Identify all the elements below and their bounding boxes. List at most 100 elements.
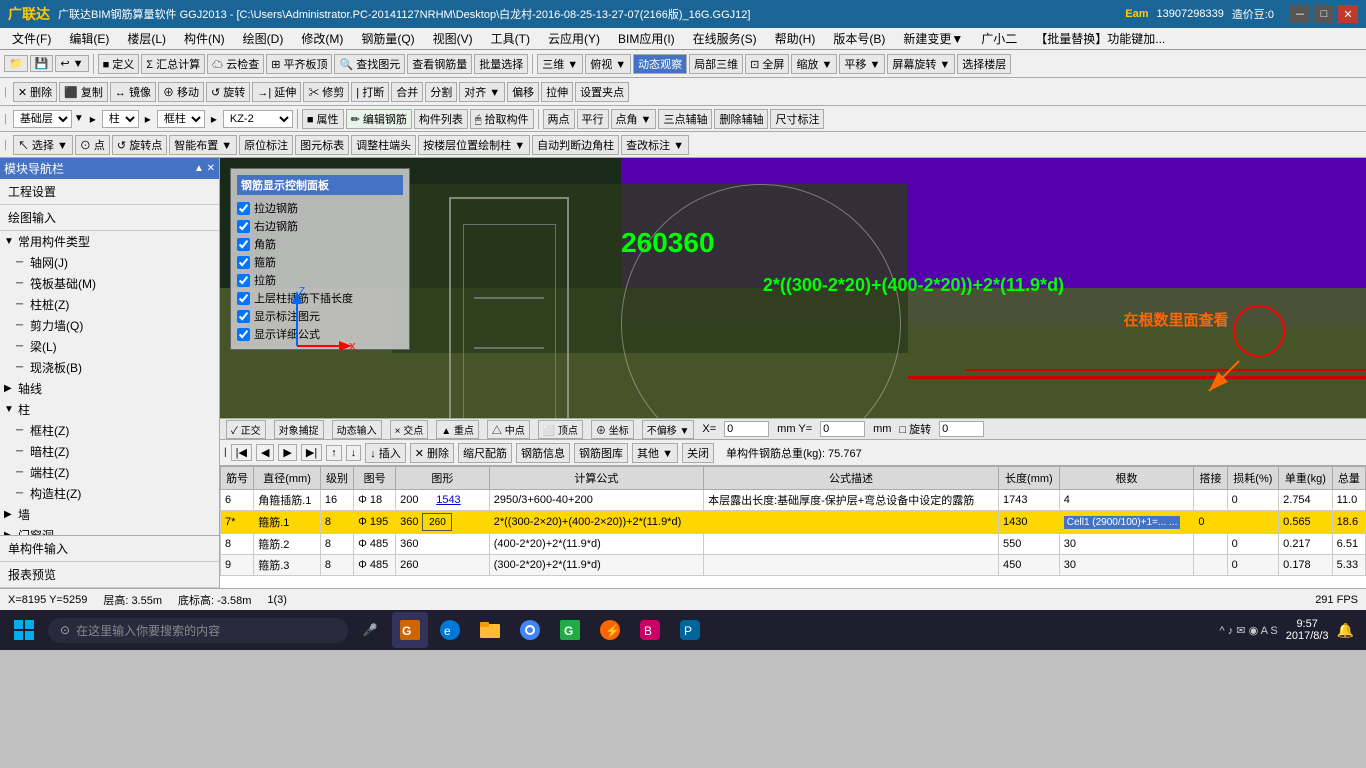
coord-btn[interactable]: ⊕ 坐标 <box>591 420 634 439</box>
tree-item-10[interactable]: ─暗柱(Z) <box>0 441 219 462</box>
tree-item-0[interactable]: ▼常用构件类型 <box>0 231 219 252</box>
menu-item-[interactable]: 【批量替换】功能键加... <box>1027 28 1173 49</box>
select-floor-button[interactable]: 选择楼层 <box>957 54 1011 74</box>
menu-item-m[interactable]: 修改(M) <box>293 28 351 49</box>
cloud-check-button[interactable]: ☁ 云检查 <box>207 54 264 74</box>
local-3d-button[interactable]: 局部三维 <box>689 54 743 74</box>
edit-rebar-button[interactable]: ✏ 编辑钢筋 <box>346 109 412 129</box>
delete-row-button[interactable]: ✕ 删除 <box>410 443 454 463</box>
break-button[interactable]: | 打断 <box>351 82 389 102</box>
other-button[interactable]: 其他 ▼ <box>632 443 678 463</box>
menu-item-s[interactable]: 在线服务(S) <box>685 28 765 49</box>
project-settings-link[interactable]: 工程设置 <box>0 179 219 205</box>
element-name-selector[interactable]: KZ-2 <box>223 110 293 128</box>
in-situ-mark-button[interactable]: 原位标注 <box>239 135 293 155</box>
select-mode-button[interactable]: ↖ 选择 ▼ <box>13 135 73 155</box>
menu-item-bimi[interactable]: BIM应用(I) <box>610 28 683 49</box>
dynamic-obs-button[interactable]: 动态观察 <box>633 54 687 74</box>
tree-item-2[interactable]: ─筏板基础(M) <box>0 273 219 294</box>
define-button[interactable]: ■ 定义 <box>98 54 140 74</box>
menu-item-[interactable]: 广小二 <box>973 28 1025 49</box>
menu-item-b[interactable]: 版本号(B) <box>825 28 893 49</box>
adjust-col-head-button[interactable]: 调整柱端头 <box>351 135 416 155</box>
snap-btn[interactable]: 对象捕捉 <box>274 420 324 439</box>
taskbar-app-chrome[interactable] <box>512 612 548 648</box>
floor-selector[interactable]: 基础层 <box>13 110 72 128</box>
close-table-button[interactable]: 关闭 <box>682 443 714 463</box>
three-point-button[interactable]: 三点辅轴 <box>658 109 712 129</box>
y-input[interactable] <box>820 421 865 437</box>
trim-button[interactable]: ✂ 修剪 <box>303 82 349 102</box>
midpoint-btn[interactable]: △ 中点 <box>487 420 530 439</box>
tree-item-8[interactable]: ▼柱 <box>0 399 219 420</box>
start-button[interactable] <box>4 612 44 648</box>
tree-item-7[interactable]: ▶轴线 <box>0 378 219 399</box>
set-grip-button[interactable]: 设置夹点 <box>575 82 629 102</box>
pan-button[interactable]: 平移 ▼ <box>839 54 885 74</box>
tree-item-1[interactable]: ─轴网(J) <box>0 252 219 273</box>
menu-item-h[interactable]: 帮助(H) <box>767 28 824 49</box>
fullscreen-button[interactable]: ⊡ 全屏 <box>745 54 789 74</box>
dimension-button[interactable]: 尺寸标注 <box>770 109 824 129</box>
menu-item-l[interactable]: 楼层(L) <box>119 28 174 49</box>
floor-draw-col-button[interactable]: 按楼层位置绘制柱 ▼ <box>418 135 530 155</box>
move-button[interactable]: ⊕ 移动 <box>158 82 204 102</box>
tree-item-11[interactable]: ─端柱(Z) <box>0 462 219 483</box>
tree-item-12[interactable]: ─构造柱(Z) <box>0 483 219 504</box>
screen-rotate-button[interactable]: 屏幕旋转 ▼ <box>887 54 955 74</box>
smart-arrange-button[interactable]: 智能布置 ▼ <box>169 135 237 155</box>
find-element-button[interactable]: 🔍 查找图元 <box>334 54 405 74</box>
element-type-selector[interactable]: 柱 <box>102 110 139 128</box>
drawing-input-link[interactable]: 绘图输入 <box>0 205 219 231</box>
menu-item-v[interactable]: 视图(V) <box>425 28 481 49</box>
rebar-checkbox-6[interactable] <box>237 310 250 323</box>
rebar-checkbox-1[interactable] <box>237 220 250 233</box>
tree-item-5[interactable]: ─梁(L) <box>0 336 219 357</box>
rebar-checkbox-0[interactable] <box>237 202 250 215</box>
element-subtype-selector[interactable]: 框柱 <box>157 110 205 128</box>
element-table-button[interactable]: 图元标表 <box>295 135 349 155</box>
change-mark-button[interactable]: 查改标注 ▼ <box>621 135 689 155</box>
rebar-drawing-button[interactable]: 钢筋图库 <box>574 443 628 463</box>
table-row[interactable]: 7* 箍筋.1 8 Φ 195 360 260 2*((300-2×20)+(4… <box>221 511 1366 534</box>
notification-icon[interactable]: 🔔 <box>1337 622 1354 639</box>
calc-button[interactable]: Σ 汇总计算 <box>141 54 205 74</box>
cell-count[interactable]: Cell1 (2900/100)+1=... ... <box>1059 511 1194 534</box>
close-button[interactable]: ✕ <box>1338 5 1358 23</box>
cell-edit-count[interactable]: Cell1 (2900/100)+1=... ... <box>1064 516 1181 529</box>
offset-button[interactable]: 偏移 <box>507 82 539 102</box>
insert-button[interactable]: ↓ 插入 <box>365 443 406 463</box>
nav-prev-button[interactable]: ◀ <box>256 444 274 461</box>
rotate-input[interactable] <box>939 421 984 437</box>
nav-up-button[interactable]: ↑ <box>326 445 342 461</box>
menu-item-y[interactable]: 云应用(Y) <box>540 28 608 49</box>
x-input[interactable] <box>724 421 769 437</box>
rebar-info-button[interactable]: 钢筋信息 <box>516 443 570 463</box>
taskbar-app-app1[interactable]: G <box>552 612 588 648</box>
tree-item-14[interactable]: ▶门窗洞 <box>0 525 219 535</box>
scale-rebar-button[interactable]: 缩尺配筋 <box>458 443 512 463</box>
menu-item-t[interactable]: 工具(T) <box>483 28 538 49</box>
pick-element-button[interactable]: 🖱 拾取构件 <box>470 109 534 129</box>
table-row[interactable]: 8 箍筋.2 8 Φ 485 360 (400-2*20)+2*(11.9*d)… <box>221 534 1366 555</box>
menu-item-n[interactable]: 构件(N) <box>176 28 233 49</box>
taskbar-app-ggj[interactable]: G <box>392 612 428 648</box>
copy-button[interactable]: ⬛ 复制 <box>59 82 108 102</box>
two-point-button[interactable]: 两点 <box>543 109 575 129</box>
taskbar-app-explorer[interactable] <box>472 612 508 648</box>
auto-corner-button[interactable]: 自动判断边角柱 <box>532 135 619 155</box>
tree-item-3[interactable]: ─柱桩(Z) <box>0 294 219 315</box>
rebar-checkbox-5[interactable] <box>237 292 250 305</box>
report-preview-btn[interactable]: 报表预览 <box>0 562 219 588</box>
merge-button[interactable]: 合并 <box>391 82 423 102</box>
nav-first-button[interactable]: |◀ <box>231 444 252 461</box>
menu-item-d[interactable]: 绘图(D) <box>235 28 292 49</box>
tree-item-9[interactable]: ─框柱(Z) <box>0 420 219 441</box>
menu-item-e[interactable]: 编辑(E) <box>61 28 117 49</box>
minimize-button[interactable]: － <box>1290 5 1310 23</box>
taskbar-app-app4[interactable]: P <box>672 612 708 648</box>
zoom-button[interactable]: 缩放 ▼ <box>791 54 837 74</box>
ortho-btn[interactable]: ✓ 正交 <box>226 420 266 439</box>
menu-item-[interactable]: 新建变更▼ <box>895 28 971 49</box>
taskbar-search-bar[interactable]: ⊙ 在这里输入你要搜索的内容 <box>48 618 348 643</box>
